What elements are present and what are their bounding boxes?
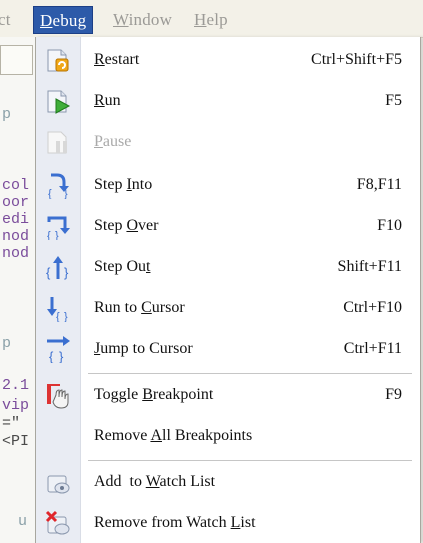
svg-text:}: } <box>64 188 68 199</box>
code-line: nod <box>2 228 30 245</box>
menu-item-shortcut: Shift+F11 <box>337 258 402 275</box>
code-line: p <box>2 106 12 123</box>
restart-icon <box>44 46 72 74</box>
menu-project-partial[interactable]: ct <box>0 8 11 32</box>
menu-item-shortcut: Ctrl+F10 <box>343 299 402 316</box>
menu-item-label: Step Into <box>94 176 153 193</box>
menu-item-jump-to-cursor[interactable]: { } Jump to Cursor Ctrl+F11 <box>36 328 420 369</box>
menu-item-shortcut: F9 <box>385 386 402 403</box>
step-out-icon: { } <box>44 253 72 281</box>
svg-text:{: { <box>48 188 52 199</box>
menu-item-step-over[interactable]: { } Step Over F10 <box>36 205 420 246</box>
menu-window-accel: W <box>113 10 129 29</box>
menu-item-label: Toggle Breakpoint <box>94 386 214 403</box>
menu-item-shortcut: Ctrl+F11 <box>343 340 402 357</box>
debug-menu: Restart Ctrl+Shift+F5 Run F5 Pause {} S… <box>35 37 421 543</box>
code-line: =" <box>2 415 21 432</box>
menu-item-label: Pause <box>94 133 132 150</box>
menu-item-label: Remove All Breakpoints <box>94 427 253 444</box>
pause-icon <box>44 128 72 156</box>
jump-to-cursor-icon: { } <box>44 335 72 364</box>
svg-text:{: { <box>47 230 51 240</box>
menu-item-add-to-watch-list[interactable]: Add to Watch List <box>36 461 420 502</box>
code-line: col <box>2 177 30 194</box>
toggle-breakpoint-icon <box>44 381 72 409</box>
svg-text:{: { <box>56 311 60 322</box>
menubar: ct Debug Window Help <box>0 0 423 38</box>
menu-item-step-out[interactable]: { } Step Out Shift+F11 <box>36 246 420 287</box>
svg-text:{: { <box>46 265 51 280</box>
menu-item-label: Run to Cursor <box>94 299 185 316</box>
menu-item-toggle-breakpoint[interactable]: Toggle Breakpoint F9 <box>36 374 420 415</box>
code-editor-background: p col oor edi nod nod p 2.1 vip =" <PI u <box>0 37 35 543</box>
menu-item-label: Restart <box>94 51 140 68</box>
menu-item-label: Add to Watch List <box>94 473 216 490</box>
remove-watch-icon <box>44 509 72 537</box>
code-line: oor <box>2 194 30 211</box>
menu-item-label: Step Over <box>94 217 159 234</box>
code-line: edi <box>2 211 30 228</box>
menu-item-shortcut: F10 <box>377 217 402 234</box>
svg-text:}: } <box>59 349 64 363</box>
menu-item-shortcut: Ctrl+Shift+F5 <box>311 51 402 68</box>
toolbar-dropdown-partial <box>0 45 33 75</box>
menu-item-step-into[interactable]: { } Step Into F8,F11 <box>36 164 420 205</box>
svg-text:{: { <box>49 349 54 363</box>
step-over-icon: { } <box>44 212 72 242</box>
run-to-cursor-icon: { } <box>44 294 72 323</box>
code-line: 2.1 <box>2 377 30 394</box>
menu-window-label: indow <box>128 10 173 29</box>
menu-item-label: Step Out <box>94 258 151 275</box>
menu-debug[interactable]: Debug <box>33 6 94 34</box>
add-watch-icon <box>44 468 72 496</box>
menu-item-shortcut: F5 <box>385 92 402 109</box>
code-line: <PI <box>2 433 30 450</box>
menu-debug-label: ebug <box>52 11 87 30</box>
menu-item-pause: Pause <box>36 121 420 162</box>
menu-debug-accel: D <box>40 11 53 30</box>
menu-item-remove-all-breakpoints[interactable]: Remove All Breakpoints <box>36 415 420 456</box>
menu-item-shortcut: F8,F11 <box>356 176 402 193</box>
menu-item-restart[interactable]: Restart Ctrl+Shift+F5 <box>36 39 420 80</box>
step-into-icon: { } <box>44 171 72 200</box>
svg-text:}: } <box>55 230 59 240</box>
menu-item-run-to-cursor[interactable]: { } Run to Cursor Ctrl+F10 <box>36 287 420 328</box>
menu-item-label: Remove from Watch List <box>94 514 256 531</box>
code-line: nod <box>2 245 30 262</box>
code-line: u <box>18 513 28 530</box>
menu-help-label: elp <box>206 10 228 29</box>
run-icon <box>44 87 72 115</box>
menu-help[interactable]: Help <box>194 8 228 32</box>
svg-text:}: } <box>64 311 68 322</box>
menu-item-remove-from-watch-list[interactable]: Remove from Watch List <box>36 502 420 543</box>
code-line: vip <box>2 397 30 414</box>
svg-text:}: } <box>64 265 69 280</box>
menu-help-accel: H <box>194 10 207 29</box>
menu-item-label: Run <box>94 92 121 109</box>
menu-project-label: ct <box>0 10 11 29</box>
menu-item-run[interactable]: Run F5 <box>36 80 420 121</box>
menu-window[interactable]: Window <box>113 8 172 32</box>
code-line: p <box>2 335 12 352</box>
menu-item-label: Jump to Cursor <box>94 340 193 357</box>
